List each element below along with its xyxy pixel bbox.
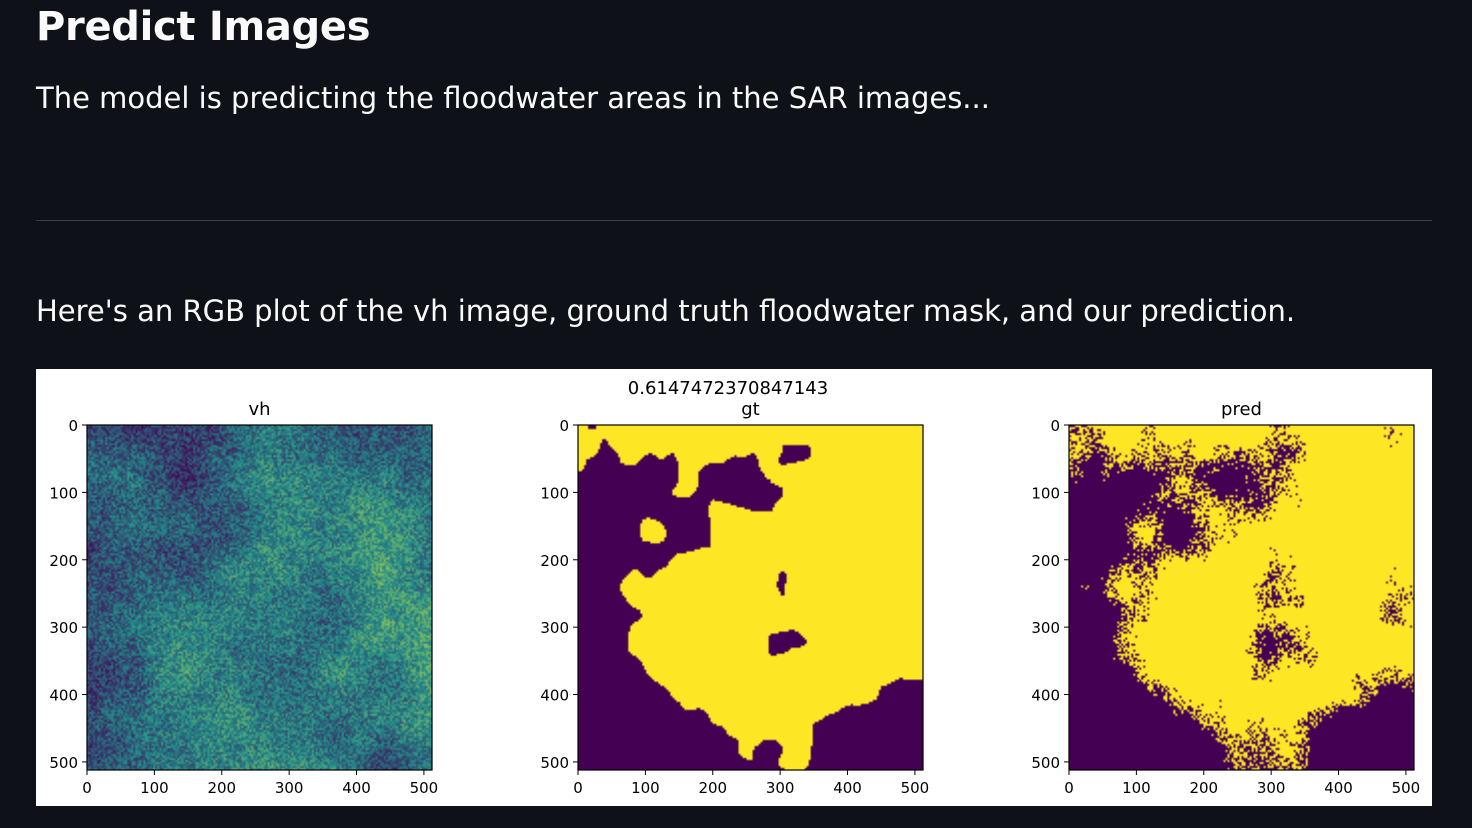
intro-text: The model is predicting the floodwater a… <box>36 81 990 115</box>
x-tick-label-pred: 500 <box>1392 779 1421 797</box>
panel-title-gt: gt <box>741 399 759 420</box>
x-tick-label-gt: 100 <box>631 779 660 797</box>
y-tick-label-gt: 500 <box>540 754 569 772</box>
x-tick-label-pred: 100 <box>1122 779 1151 797</box>
panel-gt: gt01002003004005000 100 200 300 400 500 <box>540 399 929 797</box>
panel-image-vh <box>87 425 432 770</box>
x-tick-label-vh: 200 <box>207 779 236 797</box>
y-tick-label-pred: 500 <box>1031 754 1060 772</box>
figure-suptitle: 0.6147472370847143 <box>628 378 828 399</box>
x-tick-label-vh: 0 <box>82 779 92 797</box>
panel-title-vh: vh <box>248 399 270 420</box>
x-tick-label-pred: 0 <box>1064 779 1074 797</box>
y-tick-label-gt: 300 <box>540 619 569 637</box>
panel-vh: vh01002003004005000 100 200 300 400 500 <box>49 399 438 797</box>
x-tick-label-vh: 500 <box>410 779 439 797</box>
y-tick-label-gt: 0 <box>559 417 569 435</box>
y-tick-label-gt: 200 <box>540 552 569 570</box>
prediction-figure: 0.6147472370847143 vh 0 100 200 300 400 500 0 10… <box>36 369 1432 806</box>
panel-image-pred <box>1069 425 1414 770</box>
y-tick-label-pred: 0 <box>1050 417 1060 435</box>
page-title: Predict Images <box>36 4 371 50</box>
y-tick-label-pred: 100 <box>1031 484 1060 502</box>
y-tick-label-pred: 400 <box>1031 687 1060 705</box>
y-tick-label-pred: 200 <box>1031 552 1060 570</box>
x-tick-label-gt: 500 <box>901 779 930 797</box>
figure-canvas: 0.6147472370847143 vh01002003004005000 10… <box>49 378 1420 797</box>
x-tick-label-vh: 400 <box>342 779 371 797</box>
y-tick-label-pred: 300 <box>1031 619 1060 637</box>
x-tick-label-gt: 0 <box>573 779 583 797</box>
x-tick-label-pred: 200 <box>1189 779 1218 797</box>
y-tick-label-vh: 500 <box>49 754 78 772</box>
x-tick-label-gt: 400 <box>833 779 862 797</box>
panel-pred: pred01002003004005000 100 200 300 400 500 <box>1031 399 1420 797</box>
y-tick-label-vh: 300 <box>49 619 78 637</box>
y-tick-label-gt: 100 <box>540 484 569 502</box>
plot-caption: Here's an RGB plot of the vh image, grou… <box>36 294 1296 328</box>
panel-title-pred: pred <box>1221 399 1262 420</box>
x-tick-label-vh: 100 <box>140 779 169 797</box>
y-tick-label-vh: 400 <box>49 687 78 705</box>
y-tick-label-gt: 400 <box>540 687 569 705</box>
x-tick-label-vh: 300 <box>275 779 304 797</box>
x-tick-label-gt: 300 <box>766 779 795 797</box>
divider <box>36 220 1432 221</box>
y-tick-label-vh: 0 <box>68 417 78 435</box>
x-tick-label-pred: 300 <box>1257 779 1286 797</box>
x-tick-label-gt: 200 <box>698 779 727 797</box>
x-tick-label-pred: 400 <box>1324 779 1353 797</box>
y-tick-label-vh: 200 <box>49 552 78 570</box>
panel-image-gt <box>578 425 923 770</box>
y-tick-label-vh: 100 <box>49 484 78 502</box>
